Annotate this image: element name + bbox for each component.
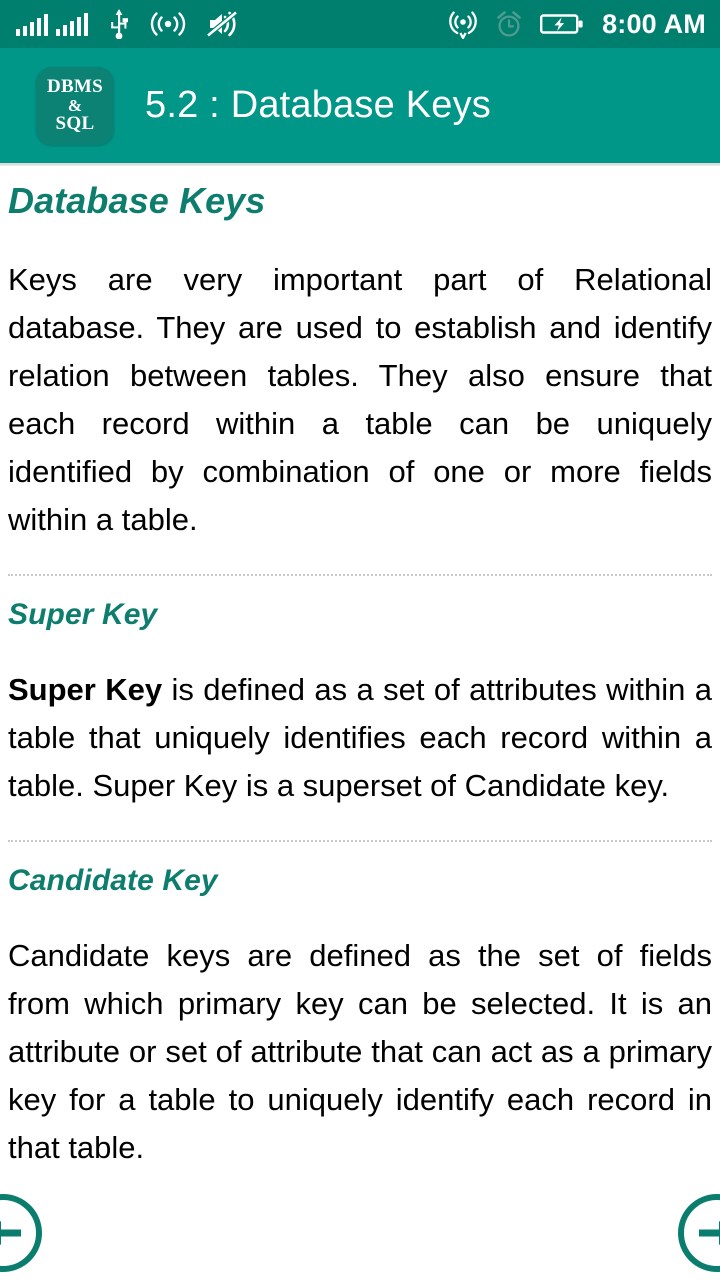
section-super-key: Super Key Super Key is defined as a set … <box>8 598 712 810</box>
section-body: Candidate keys are defined as the set of… <box>8 932 712 1172</box>
section-body: Super Key is defined as a set of attribu… <box>8 666 712 810</box>
signal-bars-sim1-icon <box>16 12 48 36</box>
section-divider <box>8 840 712 842</box>
app-logo-line-1: DBMS <box>46 76 104 98</box>
section-heading: Candidate Key <box>8 864 218 897</box>
hotspot-icon <box>448 9 478 39</box>
status-bar-clock: 8:00 AM <box>602 8 706 39</box>
status-bar: 8:00 AM <box>0 0 720 48</box>
section-body-text: Candidate keys are defined as the set of… <box>8 938 712 1165</box>
status-bar-left-icons <box>16 9 238 39</box>
alarm-clock-icon <box>494 9 524 39</box>
status-bar-right-icons: 8:00 AM <box>448 9 706 39</box>
app-root: 8:00 AM DBMS & SQL 5.2 : Database Keys D… <box>0 0 720 1280</box>
app-logo-line-2: & <box>67 95 83 115</box>
app-logo-line-3: SQL <box>55 113 95 135</box>
battery-charging-icon <box>540 12 584 36</box>
section-body: Keys are very important part of Relation… <box>8 256 712 544</box>
content-scroll-area[interactable]: Database Keys Keys are very important pa… <box>0 166 720 1280</box>
section-divider <box>8 574 712 576</box>
usb-icon <box>108 9 130 39</box>
section-heading: Database Keys <box>8 180 266 221</box>
app-bar: DBMS & SQL 5.2 : Database Keys <box>0 48 720 169</box>
sound-muted-icon <box>206 10 238 38</box>
page-title: 5.2 : Database Keys <box>145 84 492 126</box>
arrow-right-icon <box>699 1221 720 1245</box>
section-body-text: Keys are very important part of Relation… <box>8 262 712 537</box>
section-body-lead: Super Key <box>8 672 163 707</box>
signal-bars-sim2-icon <box>56 12 88 36</box>
app-logo: DBMS & SQL <box>36 66 114 145</box>
section-candidate-key: Candidate Key Candidate keys are defined… <box>8 864 712 1172</box>
wifi-broadcast-icon <box>150 11 186 37</box>
section-heading: Super Key <box>8 598 158 631</box>
section-database-keys: Database Keys Keys are very important pa… <box>8 180 712 544</box>
arrow-left-icon <box>0 1221 21 1245</box>
